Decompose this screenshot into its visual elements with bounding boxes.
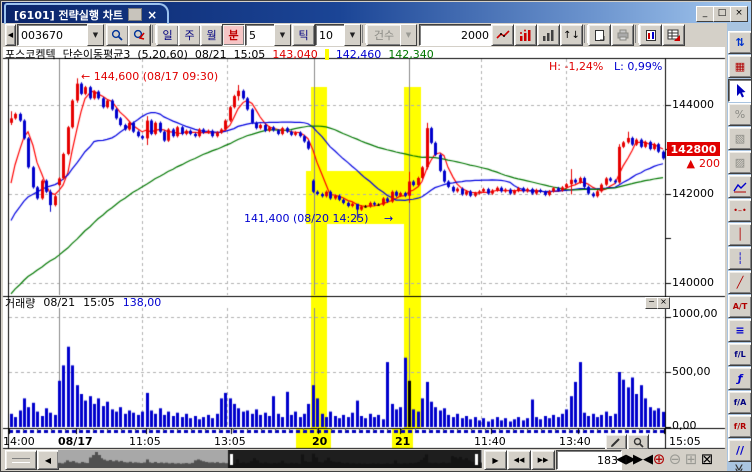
cursor-caret [325, 49, 329, 60]
zoom-tool-button[interactable] [627, 434, 649, 450]
time-label-0817: 08/17 [58, 435, 93, 448]
high-percent-label: H: -1,24% [549, 60, 603, 73]
header-time: 15:05 [234, 48, 266, 61]
fib-retrace-icon: f/R [734, 422, 747, 431]
nav-grid-button: ⊞ [683, 451, 699, 467]
refresh-icon: ⇅ [735, 36, 744, 49]
draw-hand-button: ▧ [728, 127, 752, 150]
low-annotation-arrow-icon: → [384, 212, 393, 225]
zoom-out-button: ⊖ [667, 451, 683, 467]
ma5-value: 143,040 [272, 48, 318, 61]
step-line-icon: ┆ [737, 252, 744, 265]
time-label-1305: 13:05 [214, 435, 246, 448]
fib-level-icon: f/L [734, 350, 746, 359]
low-annotation: 141,400 (08/20 14:25) → [244, 212, 393, 225]
ma-study-title: 단순이동평균3 [63, 46, 131, 62]
pencil-icon [610, 437, 622, 448]
parallel-lines-button[interactable]: ≡ [728, 319, 752, 342]
fib-fan-button[interactable]: f/A [728, 391, 752, 414]
cursor-icon [734, 84, 746, 98]
time-label-1105: 11:05 [129, 435, 161, 448]
drawing-toolbar: ⇅ ▦ % ▧ ▨ •–• │ ┆ ╱ A/T ≡ f/L ƒ f/A f/R … [727, 23, 752, 472]
high-annotation-text: 144,600 (08/17 09:30) [94, 70, 218, 83]
volume-axis-500: 500,00 [672, 365, 711, 378]
time-label-20: 20 [312, 435, 327, 448]
fib-retrace-button[interactable]: f/R [728, 415, 752, 438]
price-axis-144000: 144000 [672, 98, 714, 111]
time-label-end: 15:05 [669, 435, 701, 448]
volume-pane-close-button[interactable]: × [657, 297, 670, 309]
price-axis-140000: 140000 [672, 276, 714, 289]
volume-date: 08/21 [43, 296, 75, 309]
erase-hand-button: ▨ [728, 151, 752, 174]
at-tool-icon: A/T [733, 302, 748, 311]
volume-axis-0: 0,00 [672, 419, 697, 432]
ma-params: (5,20,60) [137, 48, 188, 61]
mini-chart-button[interactable] [728, 175, 752, 198]
mini-chart-icon [733, 181, 747, 193]
fib-level-button[interactable]: f/L [728, 343, 752, 366]
volume-header: 거래량 08/21 15:05 138,00 [5, 297, 161, 308]
rewind-button[interactable]: ◀◀ [507, 450, 531, 470]
step-line-button[interactable]: ┆ [728, 247, 752, 270]
v-segment-icon: │ [737, 228, 744, 241]
time-label-21: 21 [395, 435, 410, 448]
header-date: 08/21 [195, 48, 227, 61]
fib-curve-icon: ƒ [738, 372, 743, 385]
volume-time: 15:05 [83, 296, 115, 309]
volume-axis-1000: 1000,00 [672, 307, 718, 320]
pattern-icon: ▦ [735, 60, 745, 73]
time-label-1400: 14:00 [3, 435, 35, 448]
price-change-value: 200 [699, 157, 720, 170]
collapse-bars-button[interactable]: ▶◀ [635, 451, 651, 467]
stock-name: 포스코켐텍 [5, 46, 56, 62]
chart-window: [6101] 전략실행 차트 × _ □ × ◀ 003670 ▼ 일 주 월 … [0, 0, 752, 472]
hatch-tool-button[interactable]: // [728, 439, 752, 462]
ma60-value: 142,340 [388, 48, 434, 61]
price-change: ▲ 200 [665, 157, 720, 170]
forward-button[interactable]: ▶▶ [531, 450, 555, 470]
percent-tool-button: % [728, 103, 752, 126]
splitter-grip[interactable] [5, 450, 37, 470]
v-segment-button[interactable]: │ [728, 223, 752, 246]
high-annotation: ← 144,600 (08/17 09:30) [81, 70, 218, 83]
diagonal-line-button[interactable]: ╱ [728, 271, 752, 294]
zoom-in-button[interactable]: ⊕ [651, 451, 667, 467]
chart-header: 포스코켐텍 단순이동평균3 (5,20,60) 08/21 15:05 143,… [5, 48, 434, 60]
up-arrow-icon: ▲ [687, 157, 695, 170]
volume-value: 138,00 [123, 296, 162, 309]
draw-hand-icon: ▧ [735, 132, 745, 145]
high-annotation-arrow-icon: ← [81, 70, 90, 83]
overview-scrollbar[interactable] [58, 450, 482, 468]
current-price-badge: 142800 [667, 142, 720, 156]
nav-close-button[interactable]: ⊠ [699, 451, 715, 467]
more-tools-chevron-icon[interactable]: ≫ [732, 464, 745, 472]
fib-curve-button[interactable]: ƒ [728, 367, 752, 390]
ma20-value: 142,460 [336, 48, 382, 61]
bar-count-input[interactable]: 183 [556, 450, 622, 470]
magnifier-icon [633, 437, 644, 448]
pattern-button[interactable]: ▦ [728, 55, 752, 78]
erase-hand-icon: ▨ [735, 156, 745, 169]
h-segment-icon: •–• [733, 206, 746, 215]
diagonal-line-icon: ╱ [737, 276, 744, 289]
at-tool-button[interactable]: A/T [728, 295, 752, 318]
time-label-1140: 11:40 [474, 435, 506, 448]
low-annotation-text: 141,400 (08/20 14:25) [244, 212, 368, 225]
bottom-scroll-bar: ◀ ▶ ◀◀ ▶▶ 183 ◀▶ ▶◀ ⊕ ⊖ ⊞ ⊠ [3, 449, 725, 471]
scroll-play-button[interactable]: ▶ [484, 450, 507, 470]
annotate-button[interactable] [605, 434, 627, 450]
pointer-tool-button[interactable] [728, 79, 752, 102]
hatch-icon: // [736, 444, 744, 457]
time-label-1340: 13:40 [559, 435, 591, 448]
volume-title: 거래량 [5, 295, 35, 311]
price-axis-142000: 142000 [672, 187, 714, 200]
scroll-left-button[interactable]: ◀ [37, 450, 59, 470]
refresh-button[interactable]: ⇅ [728, 31, 752, 54]
parallel-lines-icon: ≡ [735, 324, 744, 337]
fib-fan-icon: f/A [734, 398, 747, 407]
low-percent-label: L: 0,99% [614, 60, 662, 73]
h-segment-button[interactable]: •–• [728, 199, 752, 222]
percent-icon: % [735, 108, 745, 121]
